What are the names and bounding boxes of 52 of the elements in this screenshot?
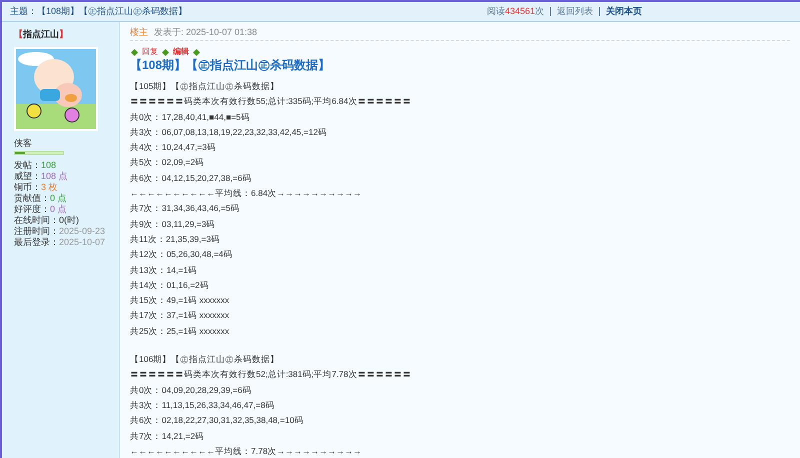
- post-text-line: 共3次：06,07,08,13,18,19,22,23,32,33,42,45,=12码: [130, 126, 328, 139]
- stat-label: 铜币：: [14, 182, 41, 193]
- post-text-line: 共6次：04,12,15,20,27,38,=6码: [130, 172, 252, 185]
- nav-link[interactable]: 关闭本页: [606, 4, 642, 18]
- stat-label: 贡献值：: [14, 193, 50, 204]
- post-text-line: 共25次：25,=1码 xxxxxxx: [130, 324, 230, 338]
- post-text-line: 共3次：11,13,15,26,33,34,46,47,=8码: [130, 398, 276, 412]
- stat-value: 2025-09-23: [59, 226, 106, 237]
- post-text-line: ←←←←←←←←←←平均线：6.84次→→→→→→→→→→: [130, 187, 363, 200]
- stat-label: 威望：: [14, 171, 41, 182]
- nav-link[interactable]: 返回列表: [557, 4, 593, 18]
- read-count: 阅读434561次: [486, 4, 544, 18]
- post-text-line: 共0次：04,09,20,28,29,39,=6码: [130, 384, 252, 397]
- stat-label: 好评度：: [14, 204, 50, 215]
- post-text-line: 【106期】【㊣指点江山㊣杀码数据】: [130, 353, 280, 366]
- post-text-line: 共15次：49,=1码 xxxxxxx: [130, 294, 230, 308]
- post-text-line: 共7次：31,34,36,43,46,=5码: [130, 202, 240, 216]
- floor-label: 楼主: [130, 26, 148, 39]
- stat-value: 0(时): [59, 215, 79, 226]
- post-text-line: 共7次：14,21,=2码: [130, 430, 206, 443]
- stat-label: 发帖：: [14, 160, 41, 171]
- post-title: 【108期】【㊣指点江山㊣杀码数据】: [130, 58, 332, 72]
- post-action-link[interactable]: 编辑: [173, 46, 189, 58]
- post-text-line: 共0次：17,28,40,41,■44,■=5码: [130, 110, 251, 124]
- post-action-link[interactable]: 回复: [142, 46, 158, 58]
- post-text-line: 共9次：03,11,29,=3码: [130, 218, 216, 231]
- stat-value: 2025-10-07: [59, 237, 106, 248]
- post-text-line: 共5次：02,09,=2码: [130, 156, 206, 170]
- stat-label: 在线时间：: [14, 215, 59, 226]
- rank-label: 侠客: [14, 136, 33, 150]
- stat-value: 0 点: [50, 193, 67, 204]
- post-text-line: 共12次：05,26,30,48,=4码: [130, 248, 234, 262]
- post-text-line: 〓〓〓〓〓〓码类本次有效行数52;总计:381码;平均7.78次〓〓〓〓〓〓: [130, 368, 412, 382]
- post-text-line: ←←←←←←←←←←平均线：7.78次→→→→→→→→→→: [130, 444, 363, 458]
- post-text-line: 【105期】【㊣指点江山㊣杀码数据】: [130, 80, 280, 93]
- post-text-line: 共13次：14,=1码: [130, 264, 198, 277]
- post-text-line: 共6次：02,18,22,27,30,31,32,35,38,48,=10码: [130, 414, 304, 428]
- username: 【指点江山】: [14, 28, 69, 41]
- post-text-line: 共17次：37,=1码 xxxxxxx: [130, 309, 230, 322]
- stat-value: 0 点: [50, 204, 67, 215]
- post-text-line: 共14次：01,16,=2码: [130, 278, 210, 292]
- stat-label: 最后登录：: [14, 237, 59, 248]
- post-text-line: 共4次：10,24,47,=3码: [130, 141, 217, 154]
- stat-label: 注册时间：: [14, 226, 59, 237]
- post-date: 发表于: 2025-10-07 01:38: [154, 26, 258, 39]
- stat-value: 108 点: [41, 171, 68, 182]
- topic-label: 主题：: [10, 4, 37, 18]
- post-text-line: 共11次：21,35,39,=3码: [130, 232, 221, 246]
- topic-title: 【108期】【㊣指点江山㊣杀码数据】: [37, 4, 188, 18]
- stat-value: 108: [41, 160, 56, 171]
- stat-value: 3 枚: [41, 182, 58, 193]
- post-text-line: 〓〓〓〓〓〓码类本次有效行数55;总计:335码;平均6.84次〓〓〓〓〓〓: [130, 95, 412, 108]
